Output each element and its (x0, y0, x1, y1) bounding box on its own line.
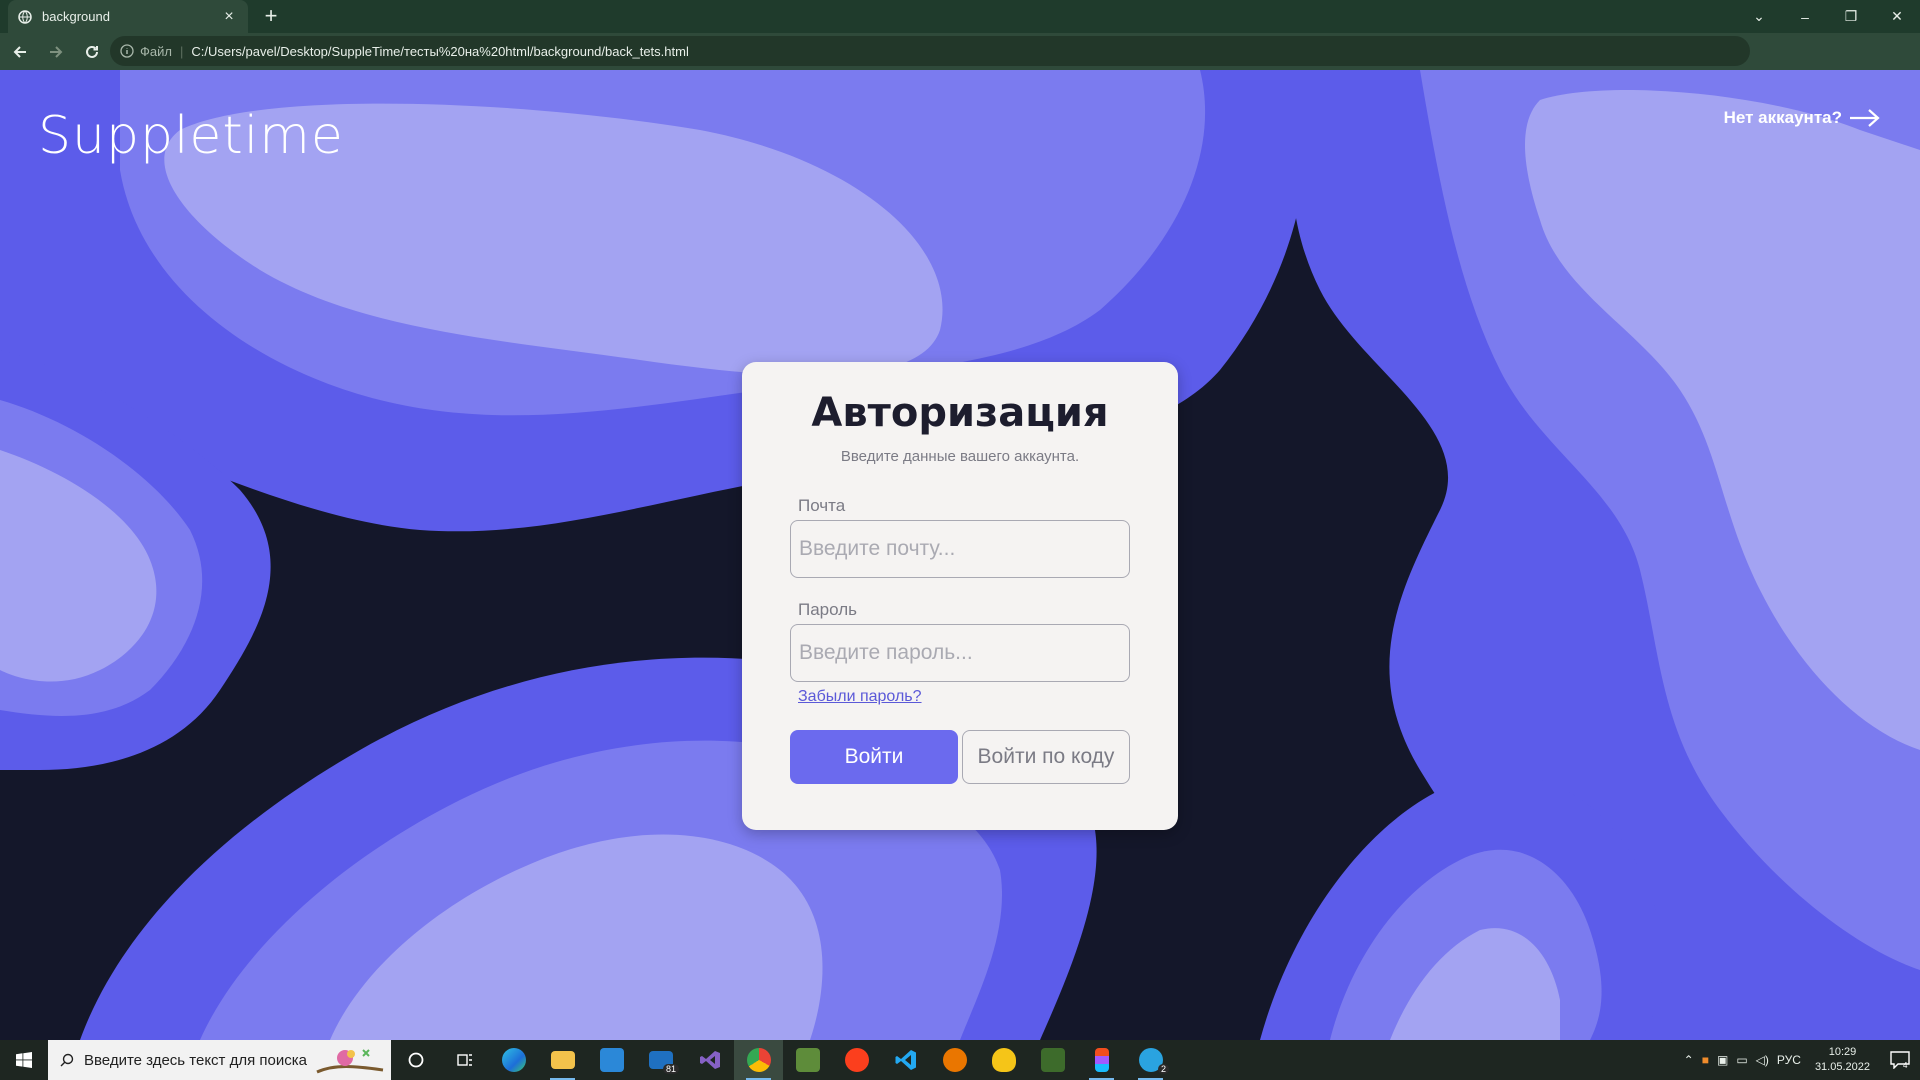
login-subtitle: Введите данные вашего аккаунта. (840, 448, 1080, 465)
clock[interactable]: 10:29 31.05.2022 (1805, 1045, 1880, 1075)
file-explorer-icon[interactable] (538, 1040, 587, 1080)
search-icon (60, 1053, 74, 1067)
clock-time: 10:29 (1828, 1046, 1857, 1058)
browser-tab[interactable]: background × (8, 0, 248, 33)
browser-tab-strip: background × + ⌄ – ❐ ✕ (0, 0, 1920, 33)
task-view-icon[interactable] (440, 1040, 489, 1080)
suppletime-logo[interactable]: Suppletime (38, 106, 344, 166)
minecraft-launcher-icon[interactable] (1028, 1040, 1077, 1080)
back-button[interactable] (4, 36, 36, 68)
url-text[interactable]: C:/Users/pavel/Desktop/SuppleTime/тесты%… (191, 44, 688, 59)
close-window-button[interactable]: ✕ (1874, 0, 1920, 33)
volume-icon[interactable]: ◁) (1752, 1053, 1773, 1067)
telegram-icon[interactable]: 2 (1126, 1040, 1175, 1080)
windows-taskbar: Введите здесь текст для поиска 81 2 ⌃ ■ … (0, 1040, 1920, 1080)
chrome-icon[interactable] (734, 1040, 783, 1080)
windows-logo-icon (16, 1052, 32, 1068)
file-scheme-label: Файл (140, 43, 172, 59)
mail-icon[interactable]: 81 (636, 1040, 685, 1080)
tray-app-icon[interactable]: ■ (1698, 1053, 1713, 1067)
new-tab-button[interactable]: + (258, 4, 284, 30)
email-field[interactable] (790, 520, 1130, 578)
notifications-count: 4 (1903, 1061, 1908, 1069)
signup-link[interactable]: Нет аккаунта? (1724, 108, 1882, 128)
password-label: Пароль (798, 600, 857, 619)
window-controls: ⌄ – ❐ ✕ (1736, 0, 1920, 33)
address-toolbar: Файл | C:/Users/pavel/Desktop/SuppleTime… (0, 33, 1920, 94)
restore-button[interactable]: ❐ (1828, 0, 1874, 33)
globe-icon (18, 9, 32, 24)
reload-icon (86, 45, 98, 58)
login-card: Авторизация Введите данные вашего аккаун… (742, 362, 1178, 830)
login-button[interactable]: Войти (790, 730, 958, 784)
forward-arrow-icon (50, 45, 63, 58)
chevron-up-icon[interactable]: ⌃ (1680, 1053, 1698, 1067)
duck-icon[interactable] (979, 1040, 1028, 1080)
camera-icon[interactable]: ▣ (1713, 1053, 1732, 1067)
system-tray: ⌃ ■ ▣ ▭ ◁) РУС 10:29 31.05.2022 4 (1680, 1040, 1920, 1080)
notification-icon: 4 (1890, 1051, 1910, 1069)
arrow-right-icon (1850, 109, 1880, 127)
edge-icon[interactable] (489, 1040, 538, 1080)
search-highlight-illustration (316, 1049, 384, 1074)
password-field[interactable] (790, 624, 1130, 682)
tab-search-icon[interactable]: ⌄ (1736, 0, 1782, 33)
reload-button[interactable] (76, 36, 108, 68)
address-separator: | (179, 43, 184, 59)
network-icon[interactable]: ▭ (1732, 1053, 1751, 1067)
code-login-button[interactable]: Войти по коду (962, 730, 1130, 784)
visual-studio-icon[interactable] (685, 1040, 734, 1080)
vscode-icon[interactable] (881, 1040, 930, 1080)
page-viewport: Suppletime Нет аккаунта? Авторизация Вве… (0, 70, 1920, 1040)
blender-icon[interactable] (930, 1040, 979, 1080)
yandex-icon[interactable] (832, 1040, 881, 1080)
language-indicator[interactable]: РУС (1773, 1053, 1805, 1067)
email-label: Почта (798, 496, 846, 515)
forgot-password-link[interactable]: Забыли пароль? (798, 688, 922, 706)
close-tab-icon[interactable]: × (220, 8, 238, 26)
start-button[interactable] (0, 1040, 48, 1080)
back-arrow-icon (13, 45, 26, 58)
telegram-badge: 2 (1157, 1064, 1169, 1074)
taskbar-search-placeholder: Введите здесь текст для поиска (84, 1051, 307, 1069)
address-bar[interactable]: Файл | C:/Users/pavel/Desktop/SuppleTime… (110, 36, 1750, 66)
notifications-button[interactable]: 4 (1880, 1040, 1920, 1080)
page-title: Авторизация (811, 390, 1109, 436)
info-icon[interactable] (120, 44, 134, 58)
tab-title: background (42, 9, 110, 24)
store-icon[interactable] (587, 1040, 636, 1080)
forward-button[interactable] (40, 36, 72, 68)
cortana-icon[interactable] (391, 1040, 440, 1080)
minimize-button[interactable]: – (1782, 0, 1828, 33)
figma-icon[interactable] (1077, 1040, 1126, 1080)
taskbar-search[interactable]: Введите здесь текст для поиска (48, 1040, 391, 1080)
signup-link-label: Нет аккаунта? (1723, 108, 1842, 127)
mail-badge: 81 (662, 1064, 679, 1074)
minecraft-icon[interactable] (783, 1040, 832, 1080)
clock-date: 31.05.2022 (1814, 1061, 1870, 1073)
